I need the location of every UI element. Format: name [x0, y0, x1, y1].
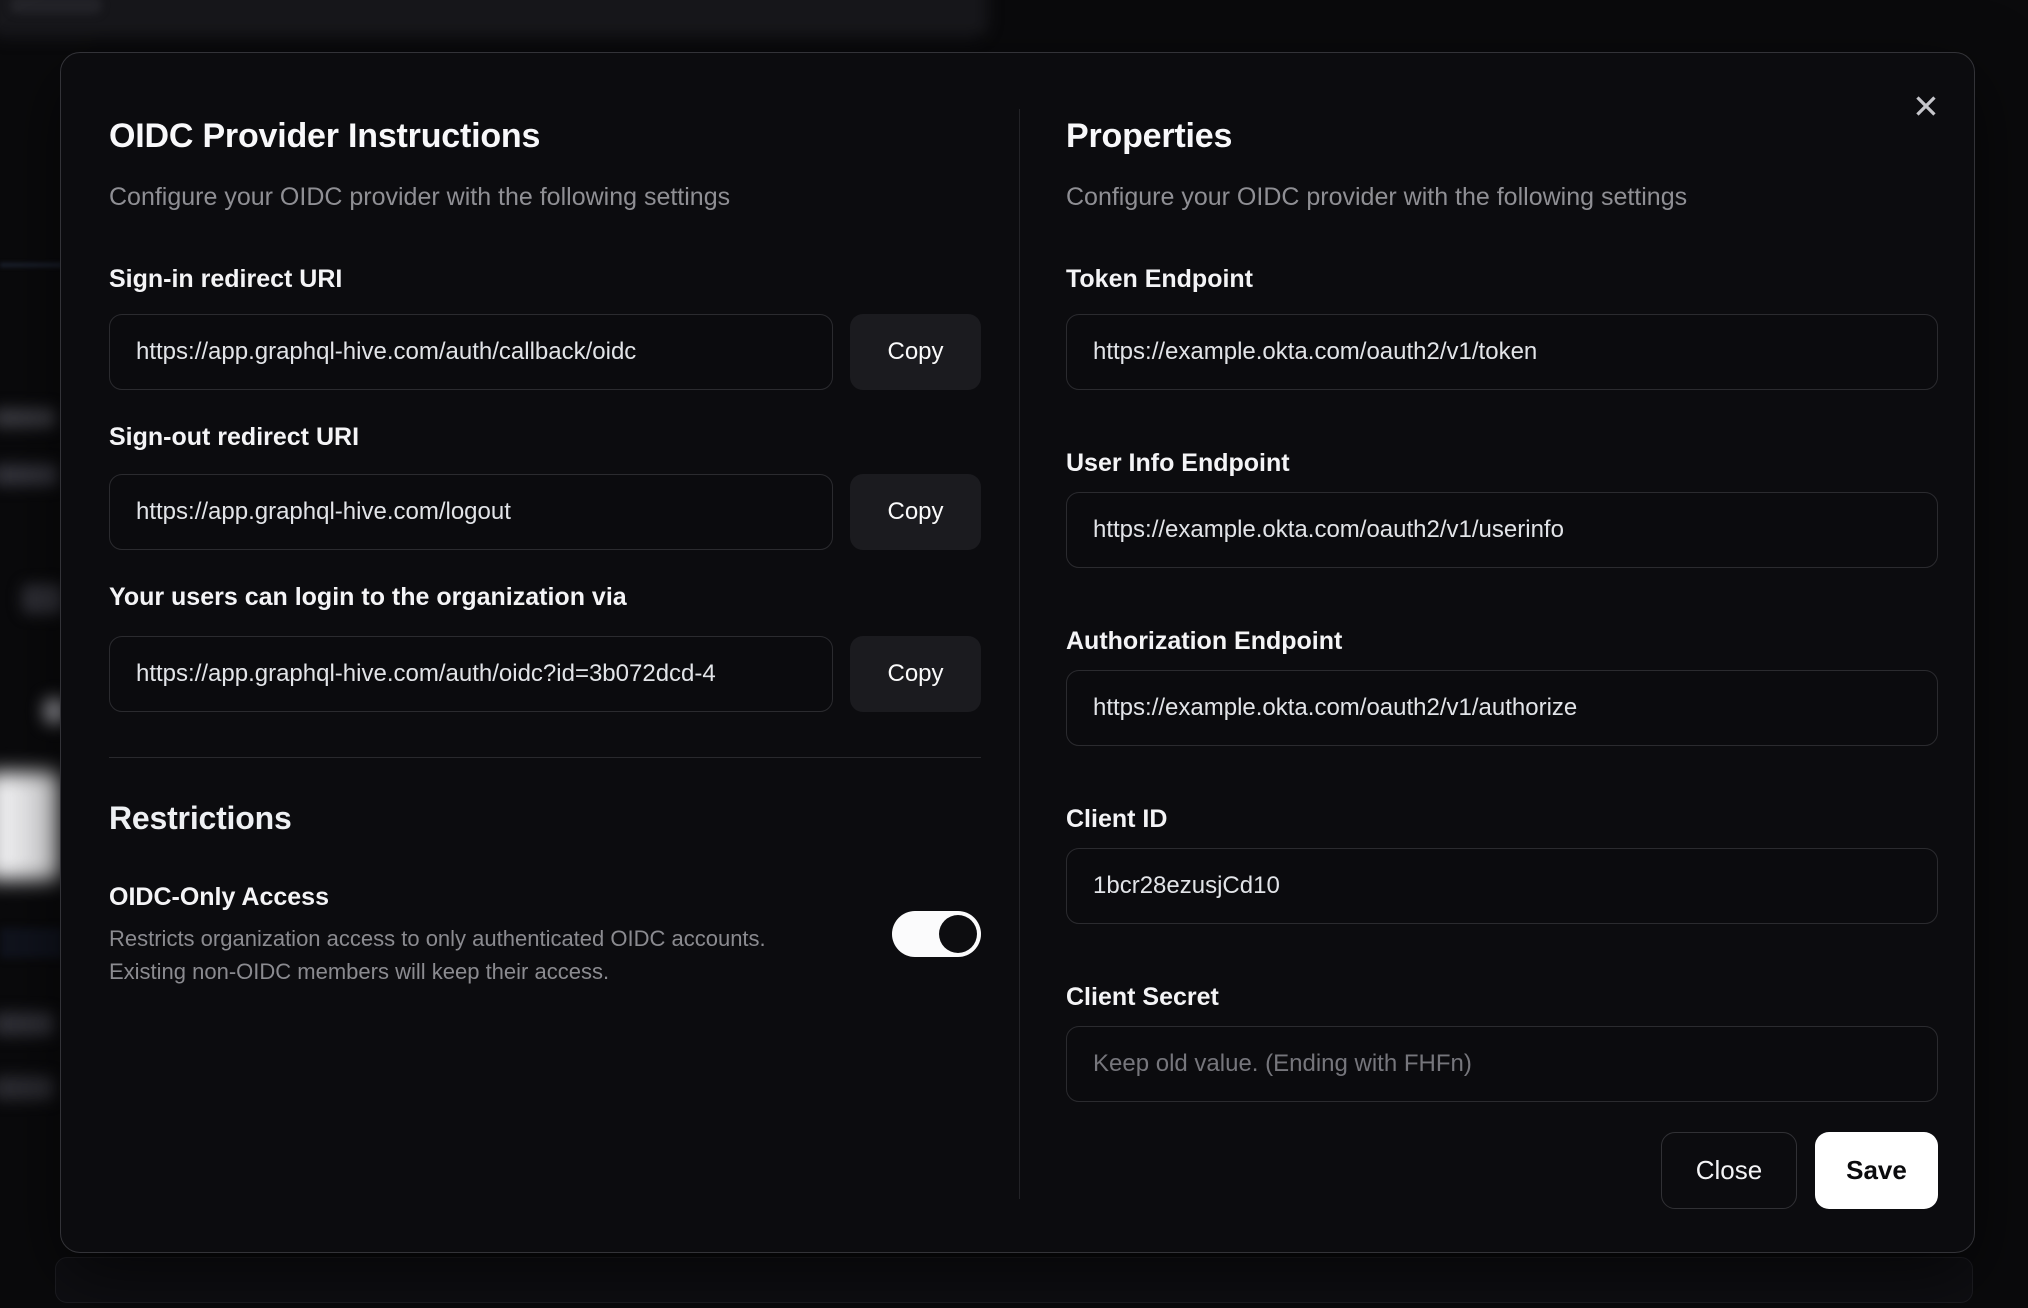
- background-text-blur: [0, 408, 56, 428]
- sign-out-redirect-uri-input[interactable]: [109, 473, 833, 550]
- background-top-pill: [10, 0, 102, 14]
- user-info-endpoint-input[interactable]: [1066, 491, 1938, 568]
- client-secret-label: Client Secret: [1066, 982, 1219, 1011]
- login-url-label: Your users can login to the organization…: [109, 582, 627, 611]
- background-text-blur: [0, 1012, 54, 1036]
- properties-title: Properties: [1066, 117, 1233, 155]
- background-top-card: [0, 0, 988, 38]
- sign-out-redirect-uri-row: Copy: [109, 473, 981, 550]
- sign-out-redirect-uri-label: Sign-out redirect URI: [109, 422, 360, 451]
- description-line-2: Existing non-OIDC members will keep thei…: [109, 958, 610, 984]
- toggle-knob-icon: [939, 914, 977, 953]
- page-background: ✕ OIDC Provider Instructions Configure y…: [0, 0, 2028, 1308]
- instructions-title: OIDC Provider Instructions: [109, 117, 541, 155]
- client-id-label: Client ID: [1066, 804, 1168, 833]
- restrictions-title: Restrictions: [109, 799, 292, 836]
- section-divider: [109, 756, 981, 758]
- login-url-row: Copy: [109, 635, 981, 712]
- sign-in-redirect-uri-input[interactable]: [109, 313, 833, 390]
- oidc-only-access-label: OIDC-Only Access: [109, 882, 329, 911]
- oidc-only-access-description: Restricts organization access to only au…: [109, 922, 809, 988]
- token-endpoint-label: Token Endpoint: [1066, 264, 1254, 293]
- authorization-endpoint-input[interactable]: [1066, 669, 1938, 746]
- copy-button-login-url[interactable]: Copy: [850, 635, 981, 712]
- background-bottom-card: [55, 1257, 1973, 1303]
- token-endpoint-input[interactable]: [1066, 313, 1938, 390]
- client-secret-row: [1066, 1025, 1938, 1102]
- authorization-endpoint-label: Authorization Endpoint: [1066, 626, 1343, 655]
- oidc-only-access-text: OIDC-Only Access Restricts organization …: [109, 883, 809, 988]
- oidc-settings-modal: ✕ OIDC Provider Instructions Configure y…: [60, 52, 1975, 1253]
- properties-section: Properties Configure your OIDC provider …: [1066, 115, 1938, 1209]
- client-secret-input[interactable]: [1066, 1025, 1938, 1102]
- close-button[interactable]: Close: [1661, 1131, 1797, 1209]
- background-divider-line: [0, 263, 63, 267]
- save-button[interactable]: Save: [1815, 1131, 1938, 1209]
- token-endpoint-row: [1066, 313, 1938, 390]
- authorization-endpoint-row: [1066, 669, 1938, 746]
- description-line-1: Restricts organization access to only au…: [109, 925, 766, 951]
- column-divider: [1019, 109, 1020, 1199]
- copy-button-sign-in[interactable]: Copy: [850, 313, 981, 390]
- client-id-input[interactable]: [1066, 847, 1938, 924]
- user-info-endpoint-row: [1066, 491, 1938, 568]
- user-info-endpoint-label: User Info Endpoint: [1066, 448, 1290, 477]
- sign-in-redirect-uri-row: Copy: [109, 313, 981, 390]
- sign-in-redirect-uri-label: Sign-in redirect URI: [109, 264, 343, 293]
- copy-button-sign-out[interactable]: Copy: [850, 473, 981, 550]
- background-text-blur: [0, 1076, 54, 1100]
- properties-subtitle: Configure your OIDC provider with the fo…: [1066, 182, 1688, 211]
- background-text-blur: [0, 464, 58, 486]
- client-id-row: [1066, 847, 1938, 924]
- oidc-instructions-section: OIDC Provider Instructions Configure you…: [109, 115, 981, 988]
- background-band-blur: [0, 928, 63, 958]
- oidc-only-access-toggle[interactable]: [892, 910, 981, 957]
- login-url-input[interactable]: [109, 635, 833, 712]
- background-white-button-blur: [0, 772, 60, 880]
- background-item-blur: [22, 584, 64, 614]
- instructions-subtitle: Configure your OIDC provider with the fo…: [109, 182, 731, 211]
- oidc-only-access-row: OIDC-Only Access Restricts organization …: [109, 883, 981, 988]
- modal-actions: Close Save: [1066, 1131, 1938, 1209]
